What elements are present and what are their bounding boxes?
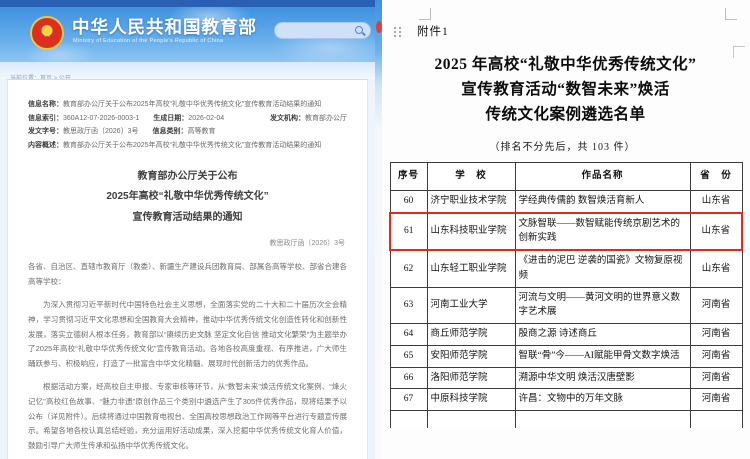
meta-name-label: 信息名称：: [28, 101, 63, 108]
cell-no: 66: [390, 367, 427, 389]
cell-school: 商丘师范学院: [427, 324, 515, 346]
cell-province: 河南省: [690, 287, 742, 323]
breadcrumb-bar: 当前位置：首页 > 公开: [0, 62, 375, 79]
cell-no: 62: [390, 250, 427, 287]
table-row: 67 中原科技学院 许昌：文物中的万年文脉 河南省: [390, 389, 742, 411]
notice-title-line3: 宣传教育活动结果的通知: [28, 208, 347, 229]
cell-work: 文脉智联——数智赋能传统京剧艺术的创新实践: [515, 213, 690, 250]
meta-category-value: 高等教育: [187, 128, 215, 135]
top-navigation-strip: [0, 0, 375, 7]
meta-name-value: 教育部办公厅关于公布2025年高校“礼敬中华优秀传统文化”宣传教育活动结果的通知: [63, 101, 321, 108]
cell-school: 河南工业大学: [427, 287, 515, 323]
selection-list-table: 序号 学 校 作品名称 省 份 60 济宁职业技术学院 学经典传儒韵 数智焕活育…: [389, 162, 743, 428]
meta-date-value: 2026-02-04: [188, 115, 224, 122]
cell-province: 山东省: [690, 191, 742, 213]
cell-province: 河南省: [690, 345, 742, 367]
header-work: 作品名称: [515, 163, 690, 191]
attachment-label: 附件1: [417, 23, 449, 39]
notice-title-line1: 教育部办公厅关于公布: [28, 167, 347, 188]
header-province: 省 份: [690, 163, 742, 191]
national-emblem-logo: ★: [30, 16, 64, 50]
meta-summary-label: 内容概述：: [28, 142, 63, 149]
cell-school: 济宁职业技术学院: [427, 191, 515, 213]
table-row: 66 洛阳师范学院 溯源中华文明 焕活汉唐壁影 河南省: [390, 367, 742, 389]
site-header: ★ 中华人民共和国教育部 Ministry of Education of th…: [0, 7, 375, 62]
attachment-title-line2: 宣传教育活动“数智未来”焕活: [395, 77, 736, 102]
notice-paragraph-1: 为深入贯彻习近平新时代中国特色社会主义思想，全面落实党的二十大和二十届历次全会精…: [28, 298, 347, 371]
site-title: 中华人民共和国教育部: [72, 14, 257, 39]
cell-work: 《进击的泥巴 逆袭的国瓷》文物复原视频: [515, 250, 690, 287]
meta-summary-value: 教育部办公厅关于公布2025年高校“礼敬中华优秀传统文化”宣传教育活动结果的通知: [63, 142, 321, 149]
highlighted-row: 61 山东科技职业学院 文脉智联——数智赋能传统京剧艺术的创新实践 山东省: [390, 213, 742, 250]
header-no: 序号: [390, 163, 427, 191]
cell-no: 65: [390, 345, 427, 367]
cell-work: 殷商之源 诗述商丘: [515, 324, 690, 346]
meta-docno-value: 教思政厅函〔2026〕3号: [63, 128, 138, 135]
notice-doc-number: 教思政厅函〔2026〕3号: [28, 238, 345, 248]
cell-no: 63: [390, 287, 427, 323]
table-row: 63 河南工业大学 河流与文明——黄河文明的世界意义数字艺术展 河南省: [390, 287, 742, 323]
page-margin-mark-right: [733, 46, 745, 58]
cell-school: 中原科技学院: [427, 389, 515, 411]
table-row: 60 济宁职业技术学院 学经典传儒韵 数智焕活育新人 山东省: [390, 191, 742, 213]
screenshot-root: ★ 中华人民共和国教育部 Ministry of Education of th…: [0, 0, 750, 459]
cell-work: 溯源中华文明 焕活汉唐壁影: [515, 367, 690, 389]
meta-category-label: 信息类别：: [152, 128, 187, 135]
cell-work: 智联“骨”今——AI赋能甲骨文数字焕活: [515, 345, 690, 367]
site-subtitle-en: Ministry of Education of the People's Re…: [73, 38, 223, 44]
table-row: 65 安阳师范学院 智联“骨”今——AI赋能甲骨文数字焕活 河南省: [390, 345, 742, 367]
cell-province: 山东省: [690, 213, 742, 250]
notice-salutation: 各省、自治区、直辖市教育厅（教委）、新疆生产建设兵团教育局、部属各高等学校、部省…: [28, 260, 347, 289]
meta-index-label: 信息索引：: [28, 115, 63, 122]
search-input[interactable]: [283, 24, 353, 37]
cell-work: 学经典传儒韵 数智焕活育新人: [515, 191, 690, 213]
meta-date-label: 生成日期：: [153, 115, 188, 122]
background-page-edge: [375, 0, 382, 459]
attachment-subtitle: （排名不分先后，共 103 件）: [375, 138, 750, 153]
cell-province: 河南省: [690, 324, 742, 346]
moe-website-panel: ★ 中华人民共和国教育部 Ministry of Education of th…: [0, 0, 375, 459]
search-icon[interactable]: [355, 26, 365, 36]
meta-index-line: 信息索引：360A12-07-2026-0003-1 生成日期：2026-02-…: [28, 112, 347, 126]
page-margin-mark-top-left: [419, 8, 431, 20]
meta-summary-line: 内容概述：教育部办公厅关于公布2025年高校“礼敬中华优秀传统文化”宣传教育活动…: [28, 139, 347, 153]
cell-school: 山东轻工职业学院: [427, 250, 515, 287]
background-logo-fragment: [376, 21, 382, 33]
cell-no: 67: [390, 389, 427, 411]
cell-province: 河南省: [690, 389, 742, 411]
meta-docno-label: 发文字号：: [28, 128, 63, 135]
cell-no: 60: [390, 191, 427, 213]
meta-org-value: 教育部办公厅: [305, 115, 347, 122]
page-margin-mark-top-right: [725, 8, 737, 20]
document-metadata: 信息名称：教育部办公厅关于公布2025年高校“礼敬中华优秀传统文化”宣传教育活动…: [28, 98, 347, 153]
cell-no: 64: [390, 324, 427, 346]
attachment-document-panel: 附件1 2025 年高校“礼敬中华优秀传统文化” 宣传教育活动“数智未来”焕活 …: [375, 0, 750, 459]
table-row: 64 商丘师范学院 殷商之源 诗述商丘 河南省: [390, 324, 742, 346]
header-school: 学 校: [427, 163, 515, 191]
notice-content-card: 信息名称：教育部办公厅关于公布2025年高校“礼敬中华优秀传统文化”宣传教育活动…: [7, 79, 368, 459]
drag-handle-icon[interactable]: [394, 27, 402, 39]
meta-name-line: 信息名称：教育部办公厅关于公布2025年高校“礼敬中华优秀传统文化”宣传教育活动…: [28, 98, 347, 112]
attachment-title-line3: 传统文化案例遴选名单: [395, 102, 736, 127]
notice-title-line2: 2025年高校“礼敬中华优秀传统文化”: [28, 187, 347, 208]
attachment-title: 2025 年高校“礼敬中华优秀传统文化” 宣传教育活动“数智未来”焕活 传统文化…: [395, 52, 736, 127]
table-row: 62 山东轻工职业学院 《进击的泥巴 逆袭的国瓷》文物复原视频 山东省: [390, 250, 742, 287]
cell-work: 许昌：文物中的万年文脉: [515, 389, 690, 411]
cell-work: 河流与文明——黄河文明的世界意义数字艺术展: [515, 287, 690, 323]
cell-province: 山东省: [690, 250, 742, 287]
cell-province: 河南省: [690, 367, 742, 389]
cell-school: 安阳师范学院: [427, 345, 515, 367]
table-row-cutoff: [390, 410, 742, 428]
meta-index-value: 360A12-07-2026-0003-1: [63, 115, 139, 122]
search-box[interactable]: [274, 22, 371, 39]
attachment-title-line1: 2025 年高校“礼敬中华优秀传统文化”: [395, 52, 736, 77]
notice-title: 教育部办公厅关于公布 2025年高校“礼敬中华优秀传统文化” 宣传教育活动结果的…: [28, 167, 347, 229]
meta-docno-line: 发文字号：教思政厅函〔2026〕3号 信息类别：高等教育: [28, 125, 347, 139]
cell-school: 洛阳师范学院: [427, 367, 515, 389]
cell-school: 山东科技职业学院: [427, 213, 515, 250]
cell-no: 61: [390, 213, 427, 250]
meta-org-label: 发文机构：: [270, 115, 305, 122]
table-header-row: 序号 学 校 作品名称 省 份: [390, 163, 742, 191]
notice-paragraph-2: 根据活动方案，经高校自主申报、专家审核等环节，从“数智未来”焕活传统文化案例、“…: [28, 380, 347, 453]
